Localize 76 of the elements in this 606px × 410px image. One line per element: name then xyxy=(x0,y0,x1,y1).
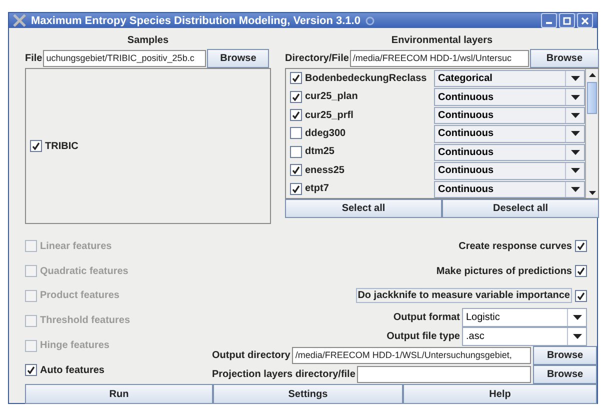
maximize-button[interactable] xyxy=(559,13,575,28)
layer-label[interactable]: cur25_plan xyxy=(305,91,358,102)
maximize-icon xyxy=(563,16,571,24)
option-label[interactable]: Do jackknife to measure variable importance xyxy=(356,288,572,304)
type-dropdown[interactable]: Continuous xyxy=(434,144,585,162)
layer-label[interactable]: eness25 xyxy=(305,164,344,176)
browse-button[interactable]: Browse xyxy=(530,48,599,68)
type-dropdown[interactable]: Categorical xyxy=(434,70,585,88)
option-label[interactable]: Make pictures of predictions xyxy=(436,266,572,277)
browse-button[interactable]: Browse xyxy=(533,346,597,366)
scrollbar-thumb[interactable] xyxy=(587,82,597,114)
layer-label[interactable]: ddeg300 xyxy=(305,128,346,139)
browse-button[interactable]: Browse xyxy=(533,365,597,384)
type-dropdown[interactable]: Continuous xyxy=(434,125,585,143)
section-heading: Environmental layers xyxy=(390,34,494,48)
action-button[interactable]: Settings xyxy=(213,384,403,404)
action-button[interactable]: Run xyxy=(25,384,213,404)
file-field[interactable]: uchungsgebiet/TRIBIC_positiv_25b.c xyxy=(43,50,206,66)
type-dropdown[interactable]: Continuous xyxy=(434,180,585,198)
checkbox[interactable] xyxy=(575,290,587,302)
field-label: Projection layers directory/file xyxy=(212,369,356,380)
layer-label[interactable]: BodenbedeckungReclass xyxy=(305,72,427,84)
field-label: Output format xyxy=(393,312,460,324)
checkbox[interactable] xyxy=(290,90,302,103)
checkbox[interactable] xyxy=(290,182,302,195)
minimize-button[interactable] xyxy=(541,13,557,28)
dropdown-arrow-icon xyxy=(570,76,580,82)
type-dropdown[interactable]: Continuous xyxy=(434,106,585,124)
directory-field[interactable]: /media/FREECOM HDD-1/WSL/Untersuchungsgebiet, xyxy=(292,347,531,364)
layer-label[interactable]: cur25_prfl xyxy=(305,110,354,121)
close-icon xyxy=(581,16,589,24)
action-button[interactable]: Help xyxy=(403,384,597,404)
layer-label[interactable]: etpt7 xyxy=(305,183,329,194)
field-label: File xyxy=(25,52,42,64)
checkbox[interactable] xyxy=(575,240,587,252)
dropdown-arrow-icon xyxy=(570,131,580,136)
option-label[interactable]: Create response curves xyxy=(458,240,572,252)
minimize-icon xyxy=(546,22,552,24)
checkbox[interactable] xyxy=(575,265,587,278)
directory-field[interactable] xyxy=(357,366,531,384)
scroll-up-icon[interactable] xyxy=(588,72,596,76)
checkbox[interactable] xyxy=(290,146,302,158)
browse-button[interactable]: Browse xyxy=(207,48,270,68)
app-icon xyxy=(13,14,26,27)
swirl-icon xyxy=(365,16,376,26)
field-label: Output directory xyxy=(212,350,290,362)
deselect-all-button[interactable]: Deselect all xyxy=(442,199,599,218)
type-dropdown[interactable]: Continuous xyxy=(434,162,585,180)
select-all-button[interactable]: Select all xyxy=(285,199,442,218)
checkbox[interactable] xyxy=(290,72,302,84)
field-label: Directory/File xyxy=(285,52,349,64)
layer-label[interactable]: dtm25 xyxy=(305,146,334,158)
directory-field[interactable]: /media/FREECOM HDD-1/wsl/Untersuc xyxy=(350,50,529,66)
format-dropdown[interactable]: Logistic xyxy=(462,308,587,328)
checkbox[interactable] xyxy=(290,127,302,140)
dropdown-arrow-icon xyxy=(570,168,580,174)
scroll-down-icon[interactable] xyxy=(588,190,596,194)
section-heading: Samples xyxy=(126,34,170,48)
feature-label[interactable]: Auto features xyxy=(40,364,104,376)
species-label[interactable]: TRIBIC xyxy=(45,140,78,152)
checkbox[interactable] xyxy=(25,364,37,376)
type-dropdown[interactable]: Continuous xyxy=(434,88,585,106)
dropdown-arrow-icon xyxy=(572,315,582,320)
dropdown-arrow-icon xyxy=(570,186,580,192)
scrollbar[interactable] xyxy=(585,69,598,198)
window-title: Maximum Entropy Species Distribution Modeling, Version 3.1.0 xyxy=(31,14,360,26)
dropdown-arrow-icon xyxy=(572,334,582,340)
dropdown-arrow-icon xyxy=(570,113,580,118)
close-button[interactable] xyxy=(577,13,593,28)
field-label: Output file type xyxy=(386,331,460,342)
checkbox[interactable] xyxy=(290,109,302,122)
dropdown-arrow-icon xyxy=(570,150,580,155)
dropdown-arrow-icon xyxy=(570,94,580,100)
checkbox[interactable] xyxy=(30,140,42,152)
checkbox[interactable] xyxy=(290,164,302,176)
format-dropdown[interactable]: .asc xyxy=(462,327,587,346)
